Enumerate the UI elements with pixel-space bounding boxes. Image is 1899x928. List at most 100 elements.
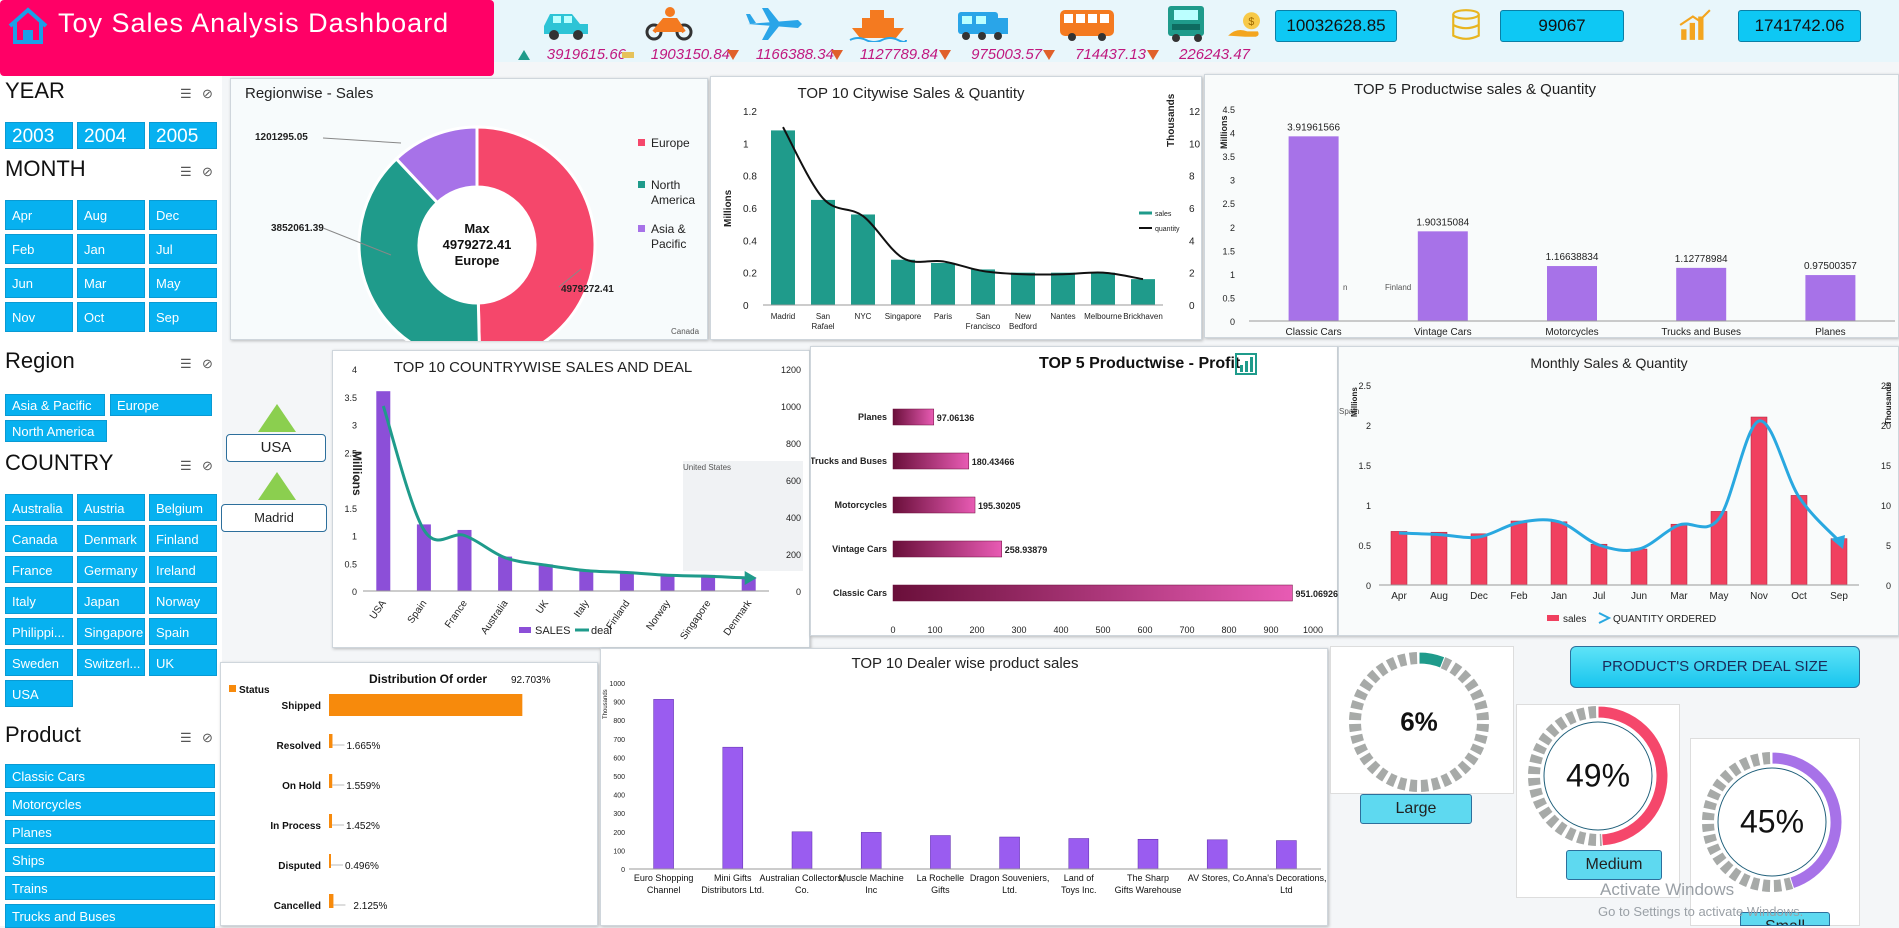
y-tick-label: 1000	[609, 681, 625, 688]
x-tick-label: San	[976, 312, 990, 321]
region-item[interactable]: Europe	[110, 394, 212, 416]
up-triangle-icon	[518, 49, 531, 60]
country-item[interactable]: France	[5, 556, 73, 583]
y2-axis-label: Thousands	[1166, 93, 1177, 147]
month-item[interactable]: Aug	[77, 200, 145, 230]
clear-filter-icon[interactable]: ⊘	[202, 164, 213, 180]
month-item[interactable]: Oct	[77, 302, 145, 332]
x-tick-label: Singapore	[885, 312, 922, 321]
clear-filter-icon[interactable]: ⊘	[202, 356, 213, 372]
y-tick-label: 1	[352, 532, 357, 542]
month-item[interactable]: Apr	[5, 200, 73, 230]
country-item[interactable]: Switzerl...	[77, 649, 145, 676]
country-item[interactable]: Singapore	[77, 618, 145, 645]
home-icon[interactable]	[6, 6, 50, 46]
y-tick-label: 1	[1366, 501, 1371, 511]
country-item[interactable]: Austria	[77, 494, 145, 521]
country-item[interactable]: Japan	[77, 587, 145, 614]
donut-track-segment	[1353, 743, 1368, 756]
multi-select-icon[interactable]: ☰	[180, 730, 192, 746]
country-item[interactable]: Italy	[5, 587, 73, 614]
month-item[interactable]: Jul	[149, 234, 217, 264]
vehicle-value-row: 1127789.84	[818, 46, 938, 63]
clear-filter-icon[interactable]: ⊘	[202, 730, 213, 746]
country-item[interactable]: Ireland	[149, 556, 217, 583]
dealer-bar	[860, 832, 882, 870]
product-item[interactable]: Motorcycles	[5, 792, 215, 816]
region-item[interactable]: North America	[5, 420, 107, 442]
vehicle-kpi: 975003.57	[922, 2, 1042, 68]
medium-label: Medium	[1566, 850, 1662, 880]
month-item[interactable]: Sep	[149, 302, 217, 332]
multi-select-icon[interactable]: ☰	[180, 458, 192, 474]
y2-tick-label: 600	[786, 476, 801, 486]
country-item[interactable]: Canada	[5, 525, 73, 552]
country-item[interactable]: UK	[149, 649, 217, 676]
y-tick-label: 500	[613, 774, 625, 781]
donut-center-text: 4979272.41	[443, 237, 512, 252]
multi-select-icon[interactable]: ☰	[180, 86, 192, 102]
data-label: 1.12778984	[1675, 254, 1728, 265]
year-item[interactable]: 2004	[77, 122, 145, 149]
country-item[interactable]: USA	[5, 680, 73, 707]
clear-filter-icon[interactable]: ⊘	[202, 458, 213, 474]
y-tick-label: 400	[613, 793, 625, 800]
multi-select-icon[interactable]: ☰	[180, 356, 192, 372]
donut-track-segment	[1474, 733, 1488, 744]
y-tick-label: 4	[352, 365, 357, 375]
country-item[interactable]: Finland	[149, 525, 217, 552]
multi-select-icon[interactable]: ☰	[180, 164, 192, 180]
status-bar	[329, 854, 331, 868]
country-item[interactable]: Sweden	[5, 649, 73, 676]
down-triangle-icon	[938, 49, 951, 60]
vehicle-value-row: 975003.57	[922, 46, 1042, 63]
y2-tick-label: 10	[1189, 139, 1201, 150]
down-triangle-icon	[726, 49, 739, 60]
year-item[interactable]: 2003	[5, 122, 73, 149]
quantity-line	[782, 126, 1144, 281]
up-arrow-icon	[258, 472, 296, 500]
country-item[interactable]: Philippi...	[5, 618, 73, 645]
month-item[interactable]: Dec	[149, 200, 217, 230]
donut-track-segment	[1457, 669, 1472, 684]
product-item[interactable]: Classic Cars	[5, 764, 215, 788]
y-axis-label: Millions	[1350, 387, 1359, 417]
donut-track-segment	[1529, 787, 1543, 798]
month-item[interactable]: Feb	[5, 234, 73, 264]
donut-track-segment	[1706, 843, 1721, 856]
monthly-bar	[1630, 548, 1648, 586]
product-bar	[1676, 267, 1727, 321]
donut-track-segment	[1532, 742, 1547, 755]
product-item[interactable]: Ships	[5, 848, 215, 872]
y-tick-label: 700	[613, 737, 625, 744]
clear-filter-icon[interactable]: ⊘	[202, 86, 213, 102]
product-item[interactable]: Trucks and Buses	[5, 904, 215, 928]
data-label: 2.125%	[353, 901, 387, 912]
x-tick-label: Euro Shopping	[634, 873, 694, 883]
x-tick-label: Paris	[934, 312, 952, 321]
country-item[interactable]: Denmark	[77, 525, 145, 552]
x-tick-label: Jan	[1551, 591, 1567, 602]
y-tick-label: 300	[613, 811, 625, 818]
region-item[interactable]: Asia & Pacific	[5, 394, 105, 416]
country-item[interactable]: Spain	[149, 618, 217, 645]
donut-track-segment	[1719, 860, 1734, 875]
product-item[interactable]: Planes	[5, 820, 215, 844]
country-item[interactable]: Germany	[77, 556, 145, 583]
country-item[interactable]: Australia	[5, 494, 73, 521]
year-item[interactable]: 2005	[149, 122, 217, 149]
month-item[interactable]: Mar	[77, 268, 145, 298]
month-item[interactable]: Jun	[5, 268, 73, 298]
y-tick-label: On Hold	[282, 781, 321, 792]
x-tick-label: 0	[890, 625, 895, 635]
month-item[interactable]: Nov	[5, 302, 73, 332]
country-item[interactable]: Norway	[149, 587, 217, 614]
product-item[interactable]: Trains	[5, 876, 215, 900]
train-icon	[958, 12, 1008, 40]
country-panel: TOP 10 COUNTRYWISE SALES AND DEAL United…	[332, 350, 810, 648]
data-label: 92.703%	[511, 675, 551, 686]
y-tick-label: 0	[743, 301, 749, 312]
month-item[interactable]: Jan	[77, 234, 145, 264]
month-item[interactable]: May	[149, 268, 217, 298]
country-item[interactable]: Belgium	[149, 494, 217, 521]
